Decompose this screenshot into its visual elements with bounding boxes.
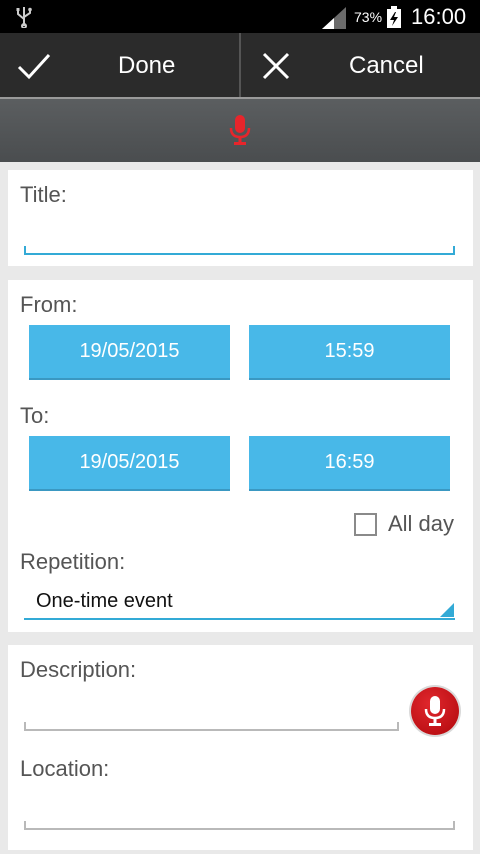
repetition-label: Repetition: [20,549,126,574]
repetition-spinner[interactable]: One-time event [36,590,173,613]
description-label: Description: [20,657,137,682]
microphone-icon[interactable] [229,115,251,145]
microphone-icon [424,696,446,726]
cancel-button[interactable]: Cancel [241,33,480,97]
spinner-arrow-icon [440,603,454,617]
title-label: Title: [20,182,67,207]
location-input[interactable] [24,821,455,830]
from-time-button[interactable]: 15:59 [249,325,450,378]
all-day-label[interactable]: All day [388,511,454,537]
battery-percent: 73% [354,9,383,25]
all-day-checkbox[interactable] [354,513,377,536]
status-bar: 73% 16:00 [0,0,480,33]
action-bar: Done Cancel [0,33,480,97]
check-icon [17,53,51,80]
location-label: Location: [20,756,110,781]
description-input[interactable] [24,722,399,731]
done-button[interactable]: Done [0,33,239,97]
usb-icon [16,7,32,28]
to-date-button[interactable]: 19/05/2015 [29,436,230,489]
date-time-card: From: 19/05/2015 15:59 To: 19/05/2015 16… [8,280,473,632]
battery-charging-icon [387,6,401,28]
cancel-label: Cancel [349,52,424,79]
done-label: Done [118,52,176,79]
from-label: From: [20,292,78,317]
status-time: 16:00 [411,4,467,29]
signal-icon [322,7,346,29]
voice-input-bar[interactable] [0,99,480,162]
from-date-button[interactable]: 19/05/2015 [29,325,230,378]
close-icon [262,52,290,80]
repetition-spinner-underline [24,618,455,620]
to-time-button[interactable]: 16:59 [249,436,450,489]
title-input[interactable] [24,246,455,255]
voice-description-button[interactable] [411,687,459,735]
to-label: To: [20,403,50,428]
details-card: Description: Location: [8,645,473,850]
title-card: Title: [8,170,473,266]
